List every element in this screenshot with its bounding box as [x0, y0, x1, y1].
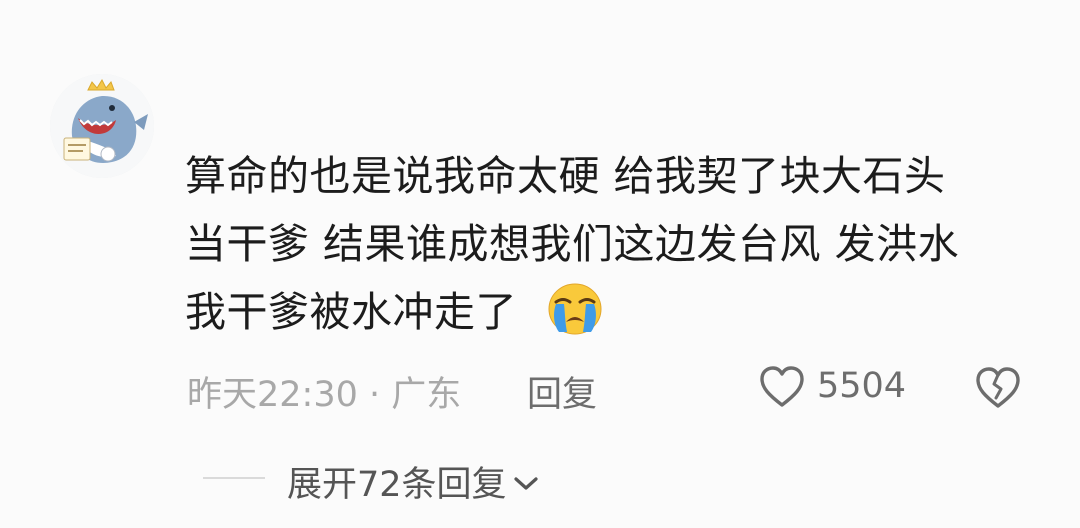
dislike-button[interactable] [975, 365, 1021, 411]
loudly-crying-face-icon [545, 282, 605, 356]
chevron-down-icon [513, 461, 539, 501]
expand-replies: 展开72条回复 [203, 452, 603, 505]
comment-line: 当干爹 结果谁成想我们这边发台风 发洪水 [185, 220, 960, 268]
comment-line-text: 我干爹被水冲走了 [185, 288, 517, 336]
heart-icon [760, 366, 804, 407]
timestamp-location: 昨天22:30 · 广东 [187, 375, 462, 415]
comment-line: 我干爹被水冲走了 [185, 278, 1025, 356]
broken-heart-icon [976, 367, 1020, 408]
expand-replies-button[interactable]: 展开72条回复 [287, 456, 539, 507]
avatar[interactable] [50, 74, 154, 178]
shark-avatar-icon [50, 74, 154, 178]
comment-line: 算命的也是说我命太硬 给我契了块大石头 [185, 152, 946, 200]
comment-meta: 昨天22:30 · 广东 回复 5504 [187, 360, 1037, 416]
comment-card: 算命的也是说我命太硬 给我契了块大石头 当干爹 结果谁成想我们这边发台风 发洪水… [0, 0, 1080, 528]
like-count: 5504 [817, 366, 907, 406]
expand-replies-label: 展开72条回复 [287, 465, 507, 505]
divider [203, 477, 265, 479]
reply-button[interactable]: 回复 [527, 366, 597, 417]
comment-text: 算命的也是说我命太硬 给我契了块大石头 当干爹 结果谁成想我们这边发台风 发洪水… [185, 142, 1025, 356]
